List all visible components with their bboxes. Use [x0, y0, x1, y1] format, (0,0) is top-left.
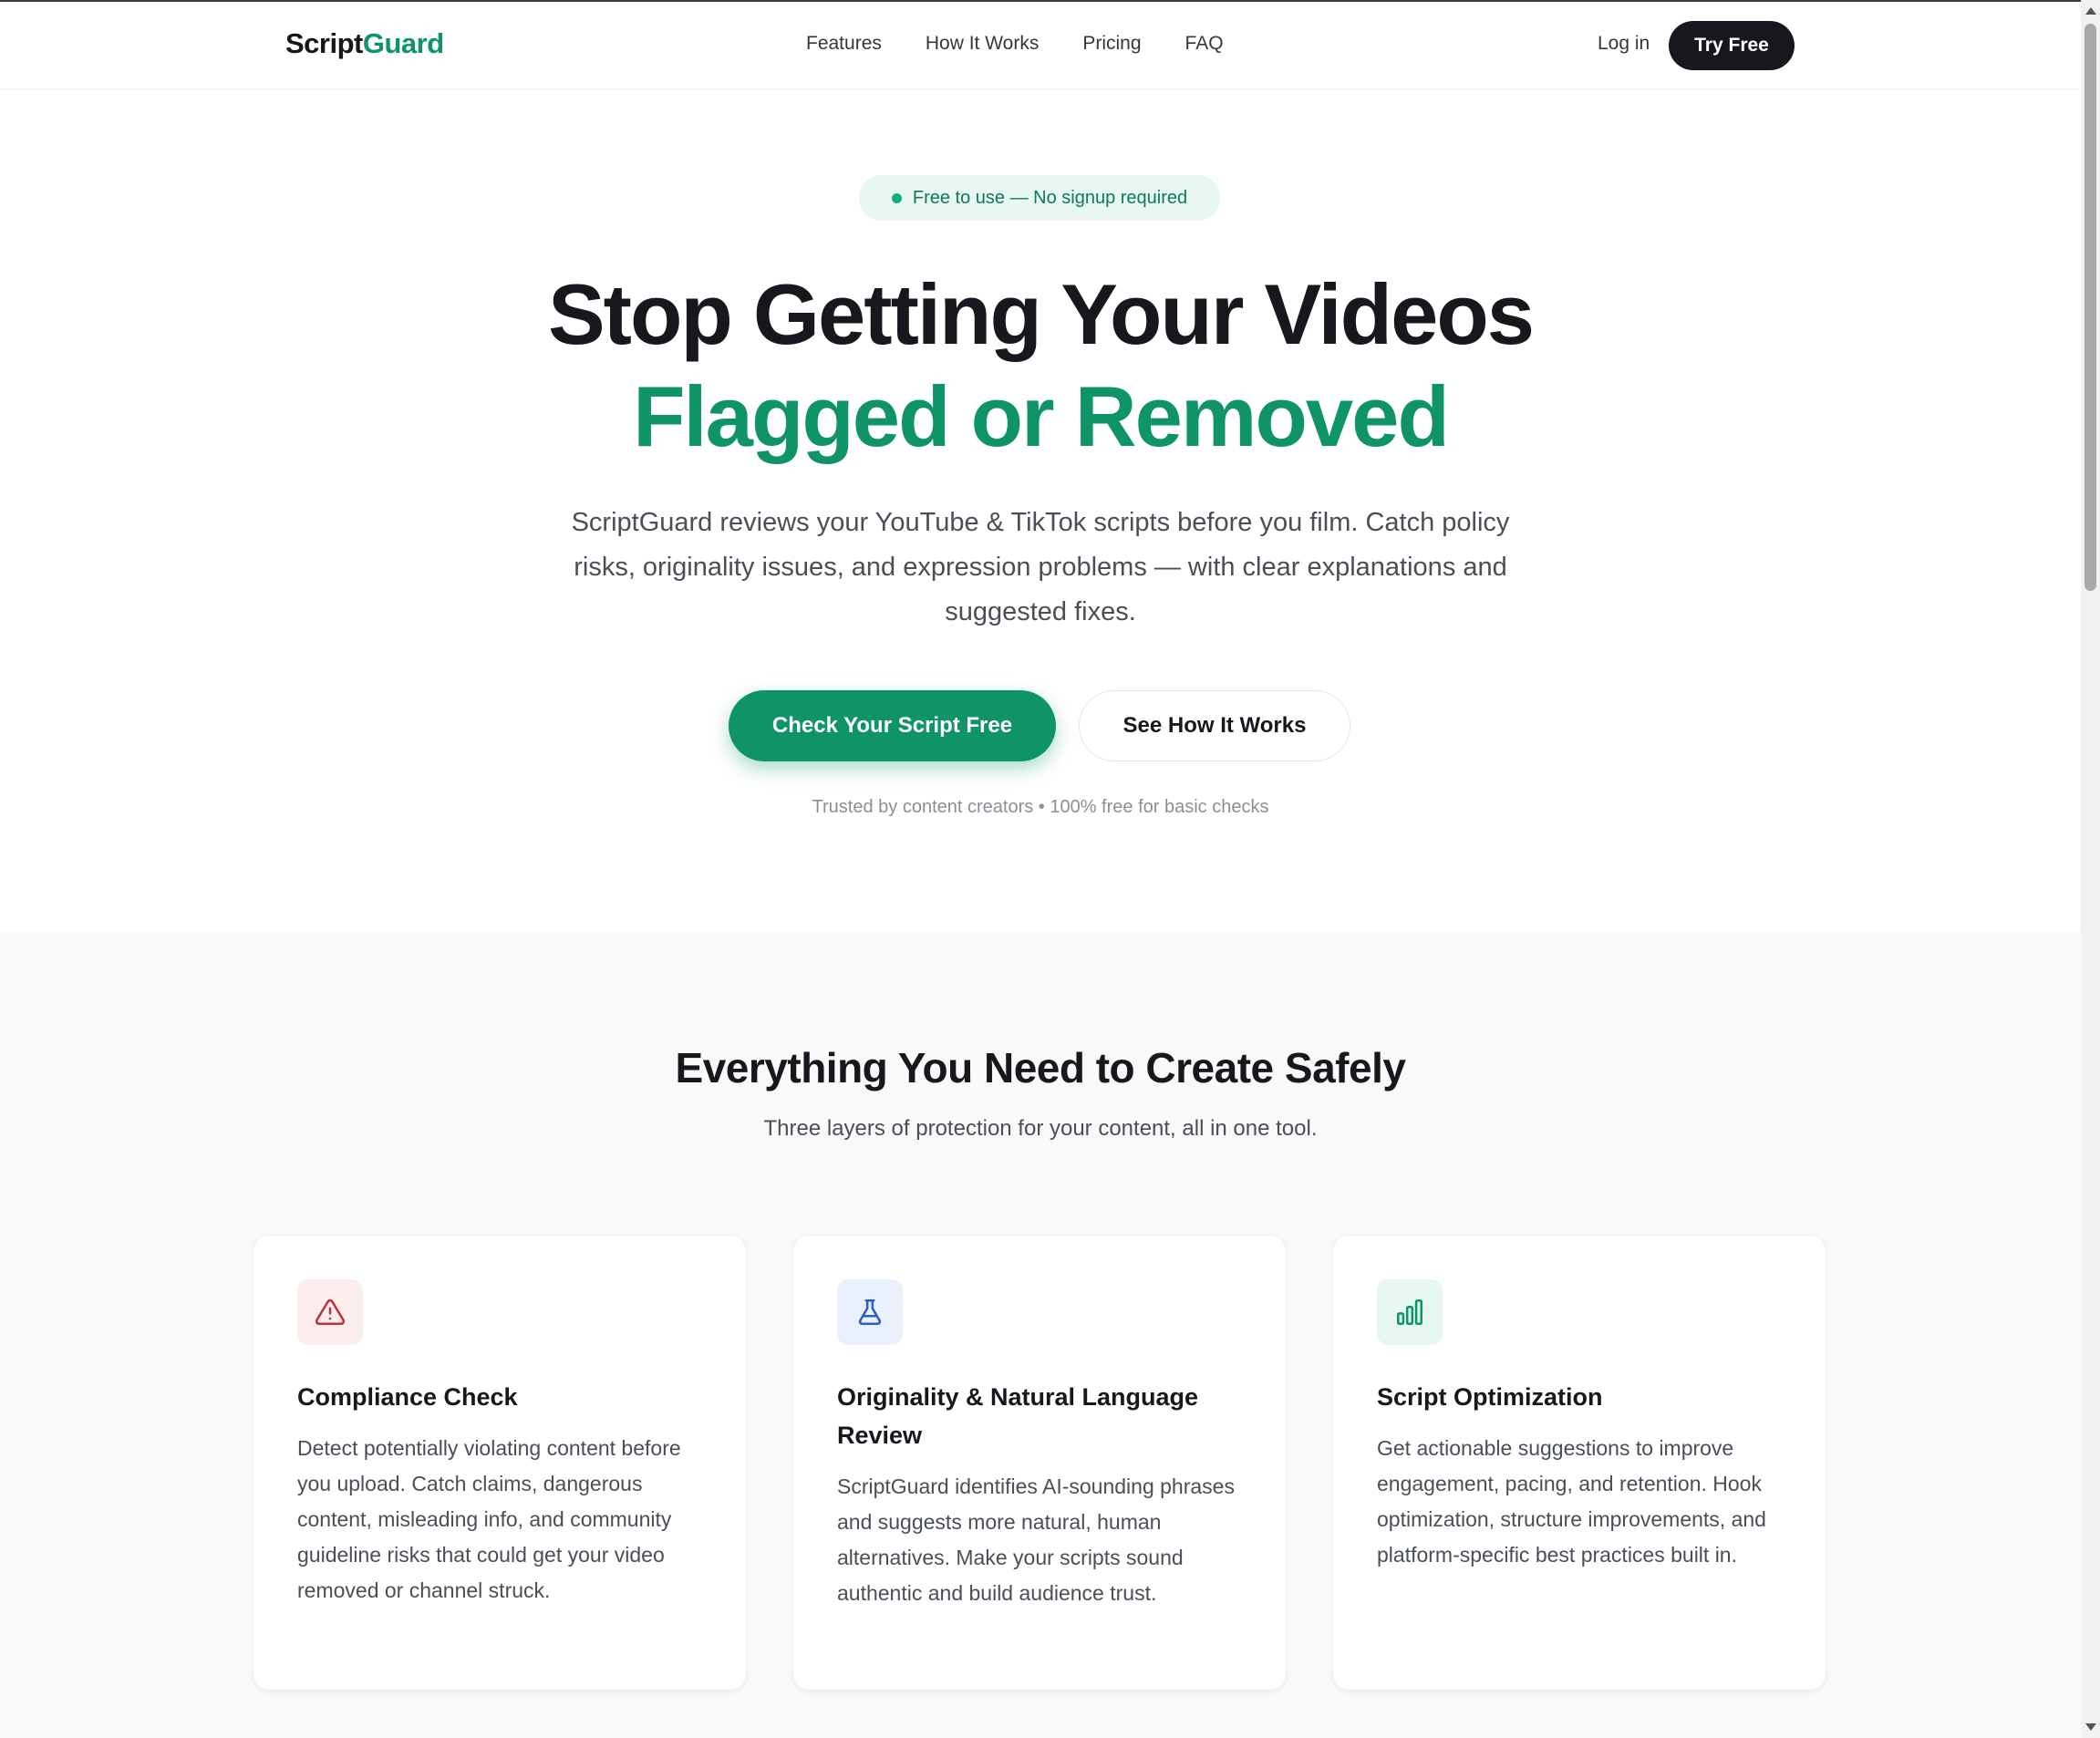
hero-headline-line2: Flagged or Removed: [633, 368, 1450, 464]
nav-link-pricing[interactable]: Pricing: [1082, 33, 1141, 55]
features-title: Everything You Need to Create Safely: [675, 1044, 1406, 1091]
nav-link-how-it-works[interactable]: How It Works: [926, 33, 1039, 55]
nav-link-faq[interactable]: FAQ: [1185, 33, 1224, 55]
see-how-it-works-button[interactable]: See How It Works: [1079, 690, 1350, 761]
login-link[interactable]: Log in: [1598, 33, 1650, 55]
feature-card-compliance: Compliance Check Detect potentially viol…: [253, 1235, 747, 1691]
vertical-scrollbar[interactable]: [2081, 0, 2100, 1738]
nav-link-features[interactable]: Features: [806, 33, 882, 55]
try-free-button[interactable]: Try Free: [1669, 21, 1795, 70]
hero-subtitle: ScriptGuard reviews your YouTube & TikTo…: [571, 508, 1510, 626]
scroll-down-arrow-icon[interactable]: [2085, 1723, 2096, 1731]
nav-links: Features How It Works Pricing FAQ: [806, 33, 1224, 55]
feature-card-description: ScriptGuard identifies AI-sounding phras…: [837, 1474, 1235, 1605]
features-subtitle: Three layers of protection for your cont…: [763, 1116, 1318, 1141]
flask-icon: [837, 1279, 903, 1345]
free-badge: Free to use — No signup required: [859, 175, 1220, 221]
free-badge-text: Free to use — No signup required: [912, 187, 1188, 208]
logo-text-guard: Guard: [362, 27, 444, 59]
hero-headline-line1: Stop Getting Your Videos: [547, 266, 1535, 362]
check-script-button[interactable]: Check Your Script Free: [729, 690, 1056, 761]
feature-card-title: Compliance Check: [297, 1383, 518, 1411]
status-dot-icon: [891, 192, 902, 203]
bar-chart-icon: [1377, 1279, 1443, 1345]
feature-card-title: Script Optimization: [1377, 1383, 1603, 1411]
feature-card-description: Get actionable suggestions to improve en…: [1377, 1436, 1766, 1567]
top-nav: ScriptGuard Features How It Works Pricin…: [0, 2, 2081, 89]
feature-card-description: Detect potentially violating content bef…: [297, 1436, 681, 1602]
feature-card-optimization: Script Optimization Get actionable sugge…: [1332, 1235, 1826, 1691]
feature-card-originality: Originality & Natural Language Review Sc…: [792, 1235, 1287, 1691]
logo-text-script: Script: [285, 27, 363, 59]
logo[interactable]: ScriptGuard: [285, 27, 444, 60]
scrollbar-thumb[interactable]: [2084, 24, 2096, 591]
trusted-text: Trusted by content creators • 100% free …: [812, 797, 1269, 817]
feature-card-title: Originality & Natural Language Review: [837, 1383, 1199, 1449]
warning-triangle-icon: [297, 1279, 363, 1345]
scroll-up-arrow-icon[interactable]: [2085, 7, 2096, 15]
